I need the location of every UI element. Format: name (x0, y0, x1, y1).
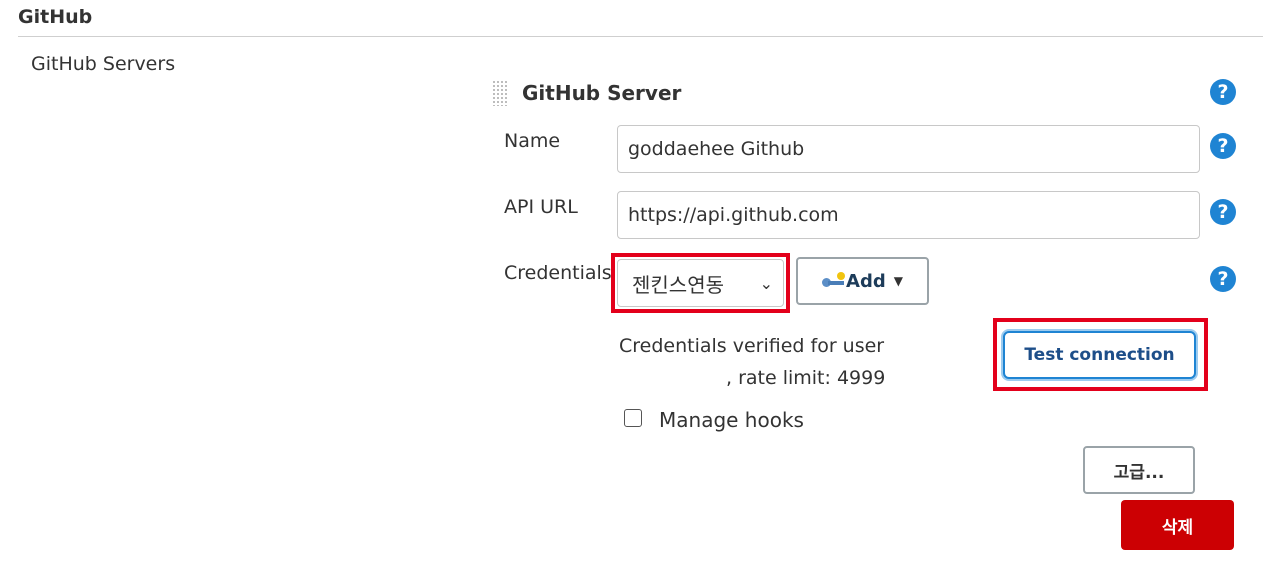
caret-down-icon: ▼ (893, 274, 903, 288)
section-divider (18, 36, 1263, 37)
api-url-label: API URL (504, 196, 578, 218)
test-connection-button[interactable]: Test connection (1003, 331, 1196, 379)
name-input[interactable] (617, 125, 1200, 173)
credentials-label: Credentials (504, 262, 612, 284)
help-icon[interactable]: ? (1210, 199, 1236, 225)
chevron-down-icon: ⌄ (759, 273, 773, 293)
delete-button[interactable]: 삭제 (1121, 500, 1234, 550)
name-label: Name (504, 130, 561, 152)
github-servers-label: GitHub Servers (31, 53, 176, 75)
manage-hooks-label: Manage hooks (659, 408, 804, 432)
help-icon[interactable]: ? (1210, 266, 1236, 292)
api-url-input[interactable] (617, 191, 1200, 239)
advanced-button[interactable]: 고급... (1083, 446, 1195, 494)
manage-hooks-checkbox[interactable] (624, 409, 642, 427)
add-button-label: Add (846, 270, 886, 292)
add-credentials-button[interactable]: Add ▼ (796, 257, 929, 305)
github-server-title: GitHub Server (522, 81, 682, 105)
credentials-selected-value: 젠킨스연동 (632, 272, 724, 297)
section-title: GitHub (18, 6, 93, 28)
help-icon[interactable]: ? (1210, 79, 1236, 105)
rate-limit-text: , rate limit: 4999 (726, 367, 886, 389)
help-icon[interactable]: ? (1210, 133, 1236, 159)
key-icon (822, 272, 846, 288)
credentials-verified-text: Credentials verified for user (619, 335, 885, 357)
credentials-select[interactable]: 젠킨스연동 ⌄ (617, 259, 784, 307)
drag-handle-icon[interactable] (492, 80, 508, 106)
